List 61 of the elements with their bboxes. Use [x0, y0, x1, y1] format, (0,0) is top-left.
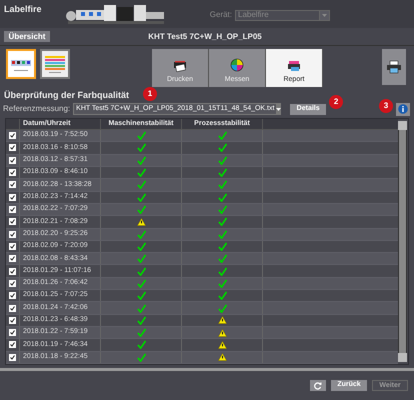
checkmark-icon: [10, 256, 15, 262]
row-checkbox[interactable]: [9, 255, 16, 262]
number-badge: 2: [329, 95, 344, 109]
checkmark-icon: [10, 182, 15, 188]
checkmark-icon: [10, 280, 15, 286]
checkmark-icon: [10, 145, 15, 150]
checkmark-icon: [10, 158, 15, 163]
refresh-icon: [314, 382, 322, 390]
info-button[interactable]: [396, 102, 410, 116]
page-thumbnail[interactable]: [6, 49, 36, 79]
refresh-button[interactable]: [310, 380, 326, 391]
checkmark-icon: [10, 232, 15, 237]
row-checkbox[interactable]: [9, 206, 16, 214]
row-checkbox[interactable]: [9, 156, 16, 164]
checkmark-icon: [10, 268, 15, 274]
number-badge: 1: [143, 87, 158, 101]
checkmark-icon: [10, 293, 15, 298]
row-checkbox[interactable]: [9, 132, 16, 140]
checkmark-icon: [10, 219, 15, 224]
scrollbar[interactable]: [398, 121, 407, 362]
checkmark-icon: [10, 354, 15, 360]
checkmark-icon: [10, 342, 15, 348]
row-checkbox[interactable]: [9, 268, 16, 275]
reference-label: Referenzmessung:: [3, 103, 70, 115]
checkmark-icon: [10, 207, 15, 212]
row-checkbox[interactable]: [9, 292, 16, 300]
checkmark-icon: [10, 244, 15, 249]
color-wheel-icon: [230, 58, 244, 72]
report-printer-icon: [287, 60, 301, 72]
row-checkbox[interactable]: [9, 329, 16, 336]
page-thumbnail[interactable]: [40, 49, 70, 79]
overview-button[interactable]: Übersicht: [4, 31, 50, 42]
job-title: KHT Test5 7C+W_H_OP_LP05: [147, 30, 263, 42]
number-badge: 3: [379, 99, 393, 113]
app-title: Labelfire: [4, 3, 43, 16]
row-checkbox[interactable]: [9, 316, 16, 324]
device-label: Gerät:: [210, 9, 232, 21]
checkmark-icon: [10, 306, 15, 311]
row-checkbox[interactable]: [9, 242, 16, 250]
row-checkbox[interactable]: [9, 144, 16, 152]
printer-icon: [386, 60, 402, 74]
printer-icon: [173, 60, 187, 72]
row-checkbox[interactable]: [9, 280, 16, 287]
row-checkbox[interactable]: [9, 341, 16, 348]
row-checkbox[interactable]: [9, 169, 16, 176]
caret-icon: [322, 14, 327, 16]
row-checkbox[interactable]: [9, 194, 16, 201]
checkmark-icon: [10, 330, 15, 336]
row-checkbox[interactable]: [9, 354, 16, 361]
checkmark-icon: [10, 318, 15, 323]
info-icon: [398, 104, 408, 114]
checkmark-icon: [10, 194, 15, 200]
caret-icon: [276, 108, 282, 110]
section-heading: Überprüfung der Farbqualität: [4, 89, 130, 102]
row-checkbox[interactable]: [9, 218, 16, 226]
row-checkbox[interactable]: [9, 230, 16, 238]
print-button[interactable]: [382, 49, 406, 85]
row-checkbox[interactable]: [9, 181, 16, 188]
checkmark-icon: [10, 170, 15, 176]
row-checkbox[interactable]: [9, 304, 16, 312]
checkmark-icon: [10, 133, 15, 138]
